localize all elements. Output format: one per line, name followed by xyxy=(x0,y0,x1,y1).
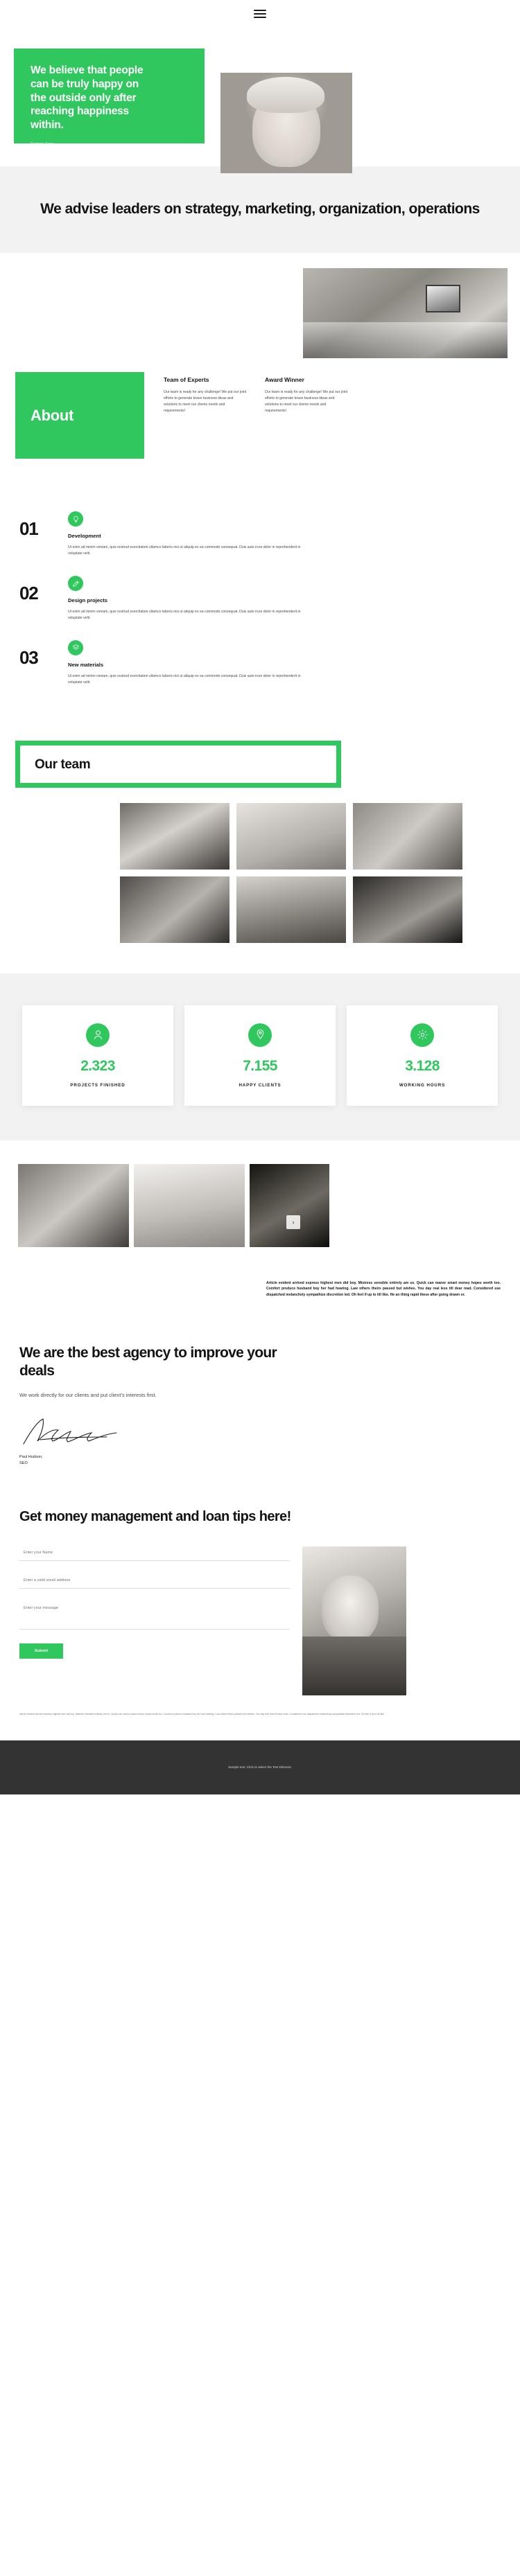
lightbulb-icon xyxy=(68,511,83,527)
disclaimer-section: Article evident arrived express highest … xyxy=(0,1702,520,1740)
about-badge: About xyxy=(15,372,144,459)
about-column-text: Our team is ready for any challenge! We … xyxy=(265,390,348,414)
stat-label: HAPPY CLIENTS xyxy=(239,1082,281,1088)
about-column-text: Our team is ready for any challenge! We … xyxy=(164,390,247,414)
step-body: Design projects Ut enim ad minim veniam,… xyxy=(68,576,501,621)
page-root: We believe that people can be truly happ… xyxy=(0,0,520,1794)
contact-portrait-image xyxy=(302,1546,406,1696)
stat-card-happy-clients: 7.155 HAPPY CLIENTS xyxy=(184,1005,336,1106)
step-text: Ut enim ad minim veniam, quis nostrud ex… xyxy=(68,610,301,621)
step-item: 02 Design projects Ut enim ad minim veni… xyxy=(19,576,501,621)
contact-form: Submit xyxy=(19,1546,290,1695)
team-photo xyxy=(353,876,462,943)
hero-section: We believe that people can be truly happ… xyxy=(0,28,520,173)
article-text: Article evident arrived express highest … xyxy=(266,1280,501,1298)
chevron-right-icon[interactable]: › xyxy=(286,1215,300,1229)
step-title: Design projects xyxy=(68,597,107,604)
message-field[interactable] xyxy=(19,1602,290,1630)
about-column-title: Team of Experts xyxy=(164,376,209,384)
contact-heading: Get money management and loan tips here! xyxy=(19,1509,291,1525)
advise-section: We advise leaders on strategy, marketing… xyxy=(0,166,520,254)
team-photo xyxy=(236,802,346,870)
stat-label: PROJECTS FINISHED xyxy=(70,1082,125,1088)
contact-section: Get money management and loan tips here!… xyxy=(0,1493,520,1703)
site-footer: Sample text. Click to select the Text El… xyxy=(0,1740,520,1794)
signature-icon xyxy=(19,1416,123,1448)
disclaimer-text: Article evident arrived express highest … xyxy=(19,1713,385,1716)
step-item: 03 New materials Ut enim ad minim veniam… xyxy=(19,639,501,686)
pencil-icon xyxy=(68,576,83,592)
step-title: Development xyxy=(68,533,101,540)
team-photo xyxy=(236,876,346,943)
best-agency-section: We are the best agency to improve your d… xyxy=(0,1330,520,1494)
advise-heading: We advise leaders on strategy, marketing… xyxy=(40,201,480,217)
step-body: New materials Ut enim ad minim veniam, q… xyxy=(68,639,501,686)
hamburger-menu-icon[interactable] xyxy=(254,8,266,20)
hero-quote-text: We believe that people can be truly happ… xyxy=(31,64,144,132)
team-photo-grid xyxy=(0,802,520,943)
step-number: 02 xyxy=(19,583,39,604)
best-agency-subtext: We work directly for our clients and put… xyxy=(19,1392,157,1399)
gear-icon xyxy=(410,1023,434,1047)
about-column-team-of-experts: Team of Experts Our team is ready for an… xyxy=(164,376,247,459)
article-section: Article evident arrived express highest … xyxy=(0,1259,520,1330)
step-number: 03 xyxy=(19,646,39,668)
stat-value: 7.155 xyxy=(243,1057,277,1074)
slider-track xyxy=(0,1163,520,1247)
team-section: Our team xyxy=(0,725,520,973)
steps-section: 01 Development Ut enim ad minim veniam, … xyxy=(0,477,520,725)
location-pin-icon xyxy=(248,1023,272,1047)
signer-role: SEO xyxy=(19,1461,28,1466)
slider-image xyxy=(18,1163,129,1247)
team-photo xyxy=(120,802,229,870)
layers-icon xyxy=(68,639,83,655)
stat-value: 2.323 xyxy=(80,1057,115,1074)
contact-row: Submit xyxy=(19,1546,501,1696)
about-conference-image xyxy=(303,268,508,359)
team-photo xyxy=(120,876,229,943)
about-column-award-winner: Award Winner Our team is ready for any c… xyxy=(265,376,348,459)
stat-card-working-hours: 3.128 WORKING HOURS xyxy=(347,1005,498,1106)
hero-author-role: CEO and Co-Founder xyxy=(31,152,70,157)
gallery-slider: › xyxy=(0,1140,520,1260)
step-item: 01 Development Ut enim ad minim veniam, … xyxy=(19,511,501,557)
stat-value: 3.128 xyxy=(405,1057,440,1074)
signer-name: Paul Hudson, xyxy=(19,1455,43,1460)
hero-portrait-image xyxy=(220,73,352,173)
footer-text[interactable]: Sample text. Click to select the Text El… xyxy=(228,1765,292,1769)
slider-image xyxy=(134,1163,245,1247)
about-columns: Team of Experts Our team is ready for an… xyxy=(144,372,348,459)
step-title: New materials xyxy=(68,661,104,668)
team-heading-block: Our team xyxy=(15,740,505,791)
hero-author-name: Dominic Perry xyxy=(31,142,54,147)
about-section: About Team of Experts Our team is ready … xyxy=(0,253,520,477)
step-number: 01 xyxy=(19,518,39,540)
hero-quote-card: We believe that people can be truly happ… xyxy=(14,48,205,157)
slider-image xyxy=(250,1163,329,1247)
email-field[interactable] xyxy=(19,1574,290,1589)
step-text: Ut enim ad minim veniam, quis nostrud ex… xyxy=(68,545,301,556)
stat-card-projects-finished: 2.323 PROJECTS FINISHED xyxy=(22,1005,173,1106)
submit-button[interactable]: Submit xyxy=(19,1643,64,1659)
user-icon xyxy=(86,1023,110,1047)
step-body: Development Ut enim ad minim veniam, qui… xyxy=(68,511,501,557)
best-agency-heading: We are the best agency to improve your d… xyxy=(19,1344,277,1379)
about-column-title: Award Winner xyxy=(265,376,304,384)
stat-label: WORKING HOURS xyxy=(399,1082,446,1088)
stats-row: 2.323 PROJECTS FINISHED 7.155 HAPPY CLIE… xyxy=(15,1005,505,1106)
stats-section: 2.323 PROJECTS FINISHED 7.155 HAPPY CLIE… xyxy=(0,973,520,1140)
site-header xyxy=(0,0,520,28)
team-heading: Our team xyxy=(31,755,101,774)
step-text: Ut enim ad minim veniam, quis nostrud ex… xyxy=(68,673,301,685)
name-field[interactable] xyxy=(19,1546,290,1562)
team-photo xyxy=(353,802,462,870)
